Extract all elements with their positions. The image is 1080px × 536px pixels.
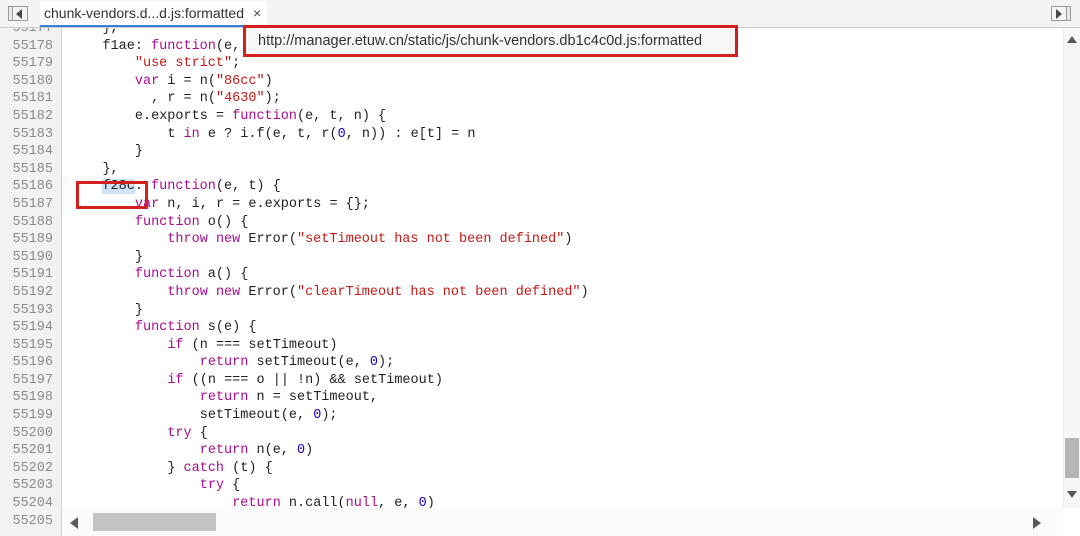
line-number[interactable]: 55185: [0, 161, 62, 179]
code-line[interactable]: throw new Error("setTimeout has not been…: [70, 231, 1080, 249]
collapse-left-panel-icon[interactable]: [8, 6, 28, 21]
url-tooltip: http://manager.etuw.cn/static/js/chunk-v…: [243, 25, 738, 57]
code-line[interactable]: if ((n === o || !n) && setTimeout): [70, 372, 1080, 390]
code-line[interactable]: return n = setTimeout,: [70, 389, 1080, 407]
code-line[interactable]: function o() {: [70, 214, 1080, 232]
code-line[interactable]: }: [70, 302, 1080, 320]
horizontal-scrollbar[interactable]: [62, 508, 1063, 536]
code-line[interactable]: var n, i, r = e.exports = {};: [70, 196, 1080, 214]
tab-title: chunk-vendors.d...d.js:formatted: [44, 4, 244, 21]
line-number[interactable]: 55205: [0, 513, 62, 531]
line-number[interactable]: 55189: [0, 231, 62, 249]
line-number[interactable]: 55177: [0, 28, 62, 38]
line-number[interactable]: 55198: [0, 389, 62, 407]
code-line[interactable]: return n(e, 0): [70, 442, 1080, 460]
line-number[interactable]: 55187: [0, 196, 62, 214]
line-number-list: 55177 55178 55179 55180 55181 55182 55183 55184…: [0, 28, 62, 530]
code-line[interactable]: },: [70, 161, 1080, 179]
line-number[interactable]: 55192: [0, 284, 62, 302]
selected-token[interactable]: f28c: [102, 179, 135, 195]
close-icon[interactable]: ×: [253, 6, 261, 20]
code-line[interactable]: }: [70, 249, 1080, 267]
line-number[interactable]: 55196: [0, 354, 62, 372]
scroll-down-arrow-icon[interactable]: [1067, 491, 1077, 498]
line-number[interactable]: 55183: [0, 126, 62, 144]
scroll-left-arrow-icon[interactable]: [70, 517, 78, 529]
line-number[interactable]: 55203: [0, 477, 62, 495]
vertical-scrollbar[interactable]: [1063, 28, 1080, 508]
line-number[interactable]: 55180: [0, 73, 62, 91]
line-number[interactable]: 55199: [0, 407, 62, 425]
triangle-right-glyph: [1056, 8, 1062, 19]
code-line[interactable]: throw new Error("clearTimeout has not be…: [70, 284, 1080, 302]
horizontal-scrollbar-thumb[interactable]: [93, 513, 216, 531]
code-line[interactable]: , r = n("4630");: [70, 90, 1080, 108]
code-line[interactable]: var i = n("86cc"): [70, 73, 1080, 91]
url-tooltip-text: http://manager.etuw.cn/static/js/chunk-v…: [258, 33, 703, 49]
code-line[interactable]: function s(e) {: [70, 319, 1080, 337]
line-number[interactable]: 55188: [0, 214, 62, 232]
code-line[interactable]: try {: [70, 425, 1080, 443]
line-number[interactable]: 55186: [0, 178, 62, 196]
line-number[interactable]: 55202: [0, 460, 62, 478]
source-code-editor[interactable]: 55177 55178 55179 55180 55181 55182 55183 55184…: [0, 28, 1080, 536]
panel-bar-left: [9, 7, 13, 20]
panel-bar-right: [1066, 7, 1070, 20]
code-line[interactable]: "use strict";: [70, 55, 1080, 73]
line-number[interactable]: 55201: [0, 442, 62, 460]
line-number[interactable]: 55200: [0, 425, 62, 443]
triangle-left-glyph: [16, 8, 22, 19]
line-number[interactable]: 55181: [0, 90, 62, 108]
code-line[interactable]: if (n === setTimeout): [70, 337, 1080, 355]
tab-strip: chunk-vendors.d...d.js:formatted ×: [0, 0, 1080, 28]
line-number[interactable]: 55182: [0, 108, 62, 126]
code-content[interactable]: }, f1ae: function(e, t, n) { "use strict…: [70, 28, 1080, 530]
code-line[interactable]: t in e ? i.f(e, t, r(0, n)) : e[t] = n: [70, 126, 1080, 144]
code-line[interactable]: function a() {: [70, 266, 1080, 284]
line-number[interactable]: 55197: [0, 372, 62, 390]
code-line[interactable]: f28c: function(e, t) {: [70, 178, 1080, 196]
code-line[interactable]: setTimeout(e, 0);: [70, 407, 1080, 425]
scroll-up-arrow-icon[interactable]: [1067, 36, 1077, 43]
line-number[interactable]: 55195: [0, 337, 62, 355]
line-number[interactable]: 55184: [0, 143, 62, 161]
line-number[interactable]: 55193: [0, 302, 62, 320]
code-line[interactable]: e.exports = function(e, t, n) {: [70, 108, 1080, 126]
code-line[interactable]: }: [70, 143, 1080, 161]
scroll-right-arrow-icon[interactable]: [1033, 517, 1041, 529]
code-line[interactable]: } catch (t) {: [70, 460, 1080, 478]
line-number[interactable]: 55179: [0, 55, 62, 73]
code-line[interactable]: return setTimeout(e, 0);: [70, 354, 1080, 372]
line-number[interactable]: 55190: [0, 249, 62, 267]
line-number[interactable]: 55191: [0, 266, 62, 284]
vertical-scrollbar-thumb[interactable]: [1065, 438, 1079, 478]
tab-chunk-vendors[interactable]: chunk-vendors.d...d.js:formatted ×: [40, 0, 268, 27]
line-number[interactable]: 55194: [0, 319, 62, 337]
scrollbar-corner: [1063, 508, 1080, 536]
code-line[interactable]: try {: [70, 477, 1080, 495]
line-number[interactable]: 55178: [0, 38, 62, 56]
expand-right-panel-icon[interactable]: [1051, 6, 1071, 21]
right-panel-toggle-wrap: [1043, 6, 1071, 21]
line-number[interactable]: 55204: [0, 495, 62, 513]
